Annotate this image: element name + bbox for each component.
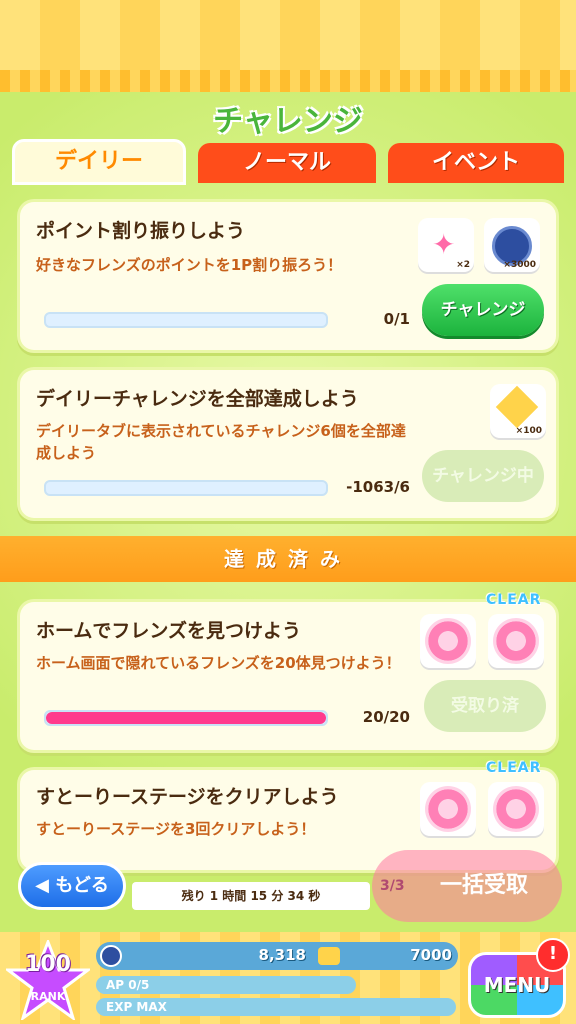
progress-bar: [44, 312, 328, 328]
completed-card: CLEAR ホームでフレンズを見つけよう ホーム画面で隠れているフレンズを20体…: [20, 592, 556, 750]
currency-bar: 8,318 7000: [96, 942, 458, 970]
chevron-left-icon: ◀: [35, 875, 49, 896]
tab-event[interactable]: イベント: [388, 143, 564, 183]
stroller-icon: ✦: [432, 228, 456, 261]
reward-quantity: ×2: [456, 260, 470, 270]
progress-bar-fill: [46, 712, 326, 724]
exp-gauge: EXP MAX: [96, 998, 456, 1016]
top-banner-stripe: [0, 70, 576, 92]
tab-normal[interactable]: ノーマル: [198, 143, 376, 183]
reward-item: ×100: [490, 384, 546, 438]
progress-bar: [44, 710, 328, 726]
challenge-description: デイリータブに表示されているチャレンジ6個を全部達成しよう: [36, 422, 406, 462]
gem-icon: [318, 947, 340, 965]
reward-item: [488, 614, 544, 668]
progress-count: 0/1: [383, 310, 410, 328]
challenge-description: すとーりーステージを3回クリアしよう！: [36, 820, 316, 838]
challenge-description: ホーム画面で隠れているフレンズを20体見つけよう！: [36, 654, 401, 672]
time-remaining: 残り 1 時間 15 分 34 秒: [132, 882, 370, 910]
tab-daily[interactable]: デイリー: [12, 139, 186, 185]
gem-icon: [495, 385, 539, 429]
challenge-title: ホームでフレンズを見つけよう: [36, 620, 302, 642]
reward-item: [420, 614, 476, 668]
coin-count: 8,318: [258, 946, 306, 964]
friend-coin-icon: [493, 786, 539, 832]
reward-quantity: ×3000: [503, 260, 536, 270]
gem-count: 7000: [410, 946, 452, 964]
challenge-in-progress-button: チャレンジ中: [422, 450, 544, 502]
back-label: もどる: [55, 875, 109, 896]
reward-item: [420, 782, 476, 836]
reward-quantity: ×100: [515, 426, 542, 436]
progress-count: 20/20: [362, 708, 410, 726]
reward-item: ×3000: [484, 218, 540, 272]
challenge-title: すとーりーステージをクリアしよう: [36, 786, 339, 808]
reward-item: [488, 782, 544, 836]
ap-gauge: AP 0/5: [96, 976, 356, 994]
received-button: 受取り済: [424, 680, 546, 732]
challenge-title: デイリーチャレンジを全部達成しよう: [36, 388, 359, 410]
progress-count: -1063/6: [346, 478, 410, 496]
coin-icon: [100, 945, 122, 967]
reward-item: ✦ ×2: [418, 218, 474, 272]
page-title: チャレンジ: [213, 104, 363, 139]
challenge-description: 好きなフレンズのポイントを1P割り振ろう！: [36, 256, 343, 274]
friend-coin-icon: [493, 618, 539, 664]
clear-badge: CLEAR: [486, 760, 542, 776]
rank-label: RANK: [30, 990, 66, 1003]
completed-section-label: 達成済み: [224, 547, 352, 571]
challenge-card: ポイント割り振りしよう 好きなフレンズのポイントを1P割り振ろう！ 0/1 ✦ …: [20, 202, 556, 350]
friend-coin-icon: [425, 618, 471, 664]
challenge-card: デイリーチャレンジを全部達成しよう デイリータブに表示されているチャレンジ6個を…: [20, 370, 556, 518]
alert-icon: !: [536, 938, 570, 972]
challenge-button[interactable]: チャレンジ: [422, 284, 544, 336]
clear-badge: CLEAR: [486, 592, 542, 608]
rank-number: 100: [25, 952, 71, 977]
back-button[interactable]: ◀ もどる: [18, 862, 126, 910]
bulk-receive-count: 3/3: [380, 878, 405, 894]
progress-bar: [44, 480, 328, 496]
challenge-title: ポイント割り振りしよう: [36, 220, 246, 242]
friend-coin-icon: [425, 786, 471, 832]
